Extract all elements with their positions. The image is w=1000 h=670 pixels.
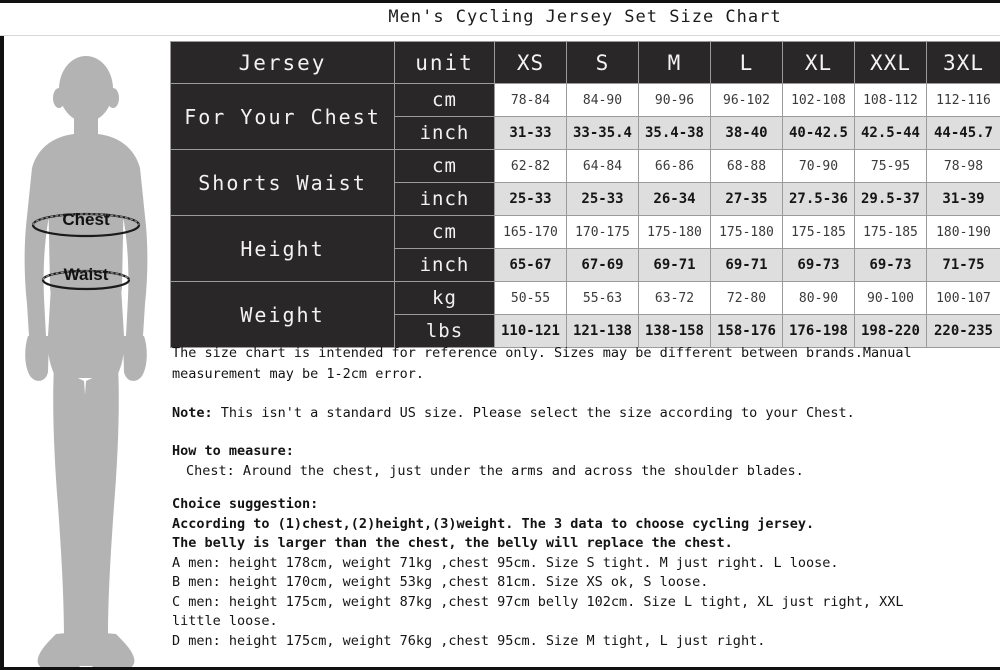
unit-cell: inch (394, 182, 495, 216)
size-header-xs: XS (494, 41, 567, 84)
unit-cell: cm (394, 83, 495, 117)
cell-value: 175-185 (854, 215, 927, 249)
cell-value: 175-180 (638, 215, 711, 249)
size-header-xl: XL (782, 41, 855, 84)
row-label-shorts-waist: Shorts Waist (170, 149, 395, 216)
how-to-measure-title: How to measure: (172, 443, 294, 459)
chest-measure-label: Chest (62, 210, 110, 229)
male-body-silhouette-icon: Chest Waist (24, 56, 148, 667)
cell-value: 70-90 (782, 149, 855, 183)
size-chart-table: Jersey unit XS S M L XL XXL 3XL For Your… (170, 41, 1000, 348)
unit-cell: inch (394, 116, 495, 150)
cell-value: 102-108 (782, 83, 855, 117)
disclaimer-text: The size chart is intended for reference… (172, 345, 912, 382)
unit-cell: kg (394, 281, 495, 315)
cell-value: 25-33 (494, 182, 567, 216)
row-label-chest: For Your Chest (170, 83, 395, 150)
example-line: B men: height 170cm, weight 53kg ,chest … (172, 574, 709, 590)
size-header-3xl: 3XL (926, 41, 1000, 84)
cell-value: 108-112 (854, 83, 927, 117)
body-figure-panel: Chest Waist (0, 36, 168, 667)
cell-value: 84-90 (566, 83, 639, 117)
cell-value: 44-45.7 (926, 116, 1000, 150)
size-chart-page: Men's Cycling Jersey Set Size Chart Ches… (0, 0, 1000, 670)
cell-value: 112-116 (926, 83, 1000, 117)
cell-value: 68-88 (710, 149, 783, 183)
cell-value: 165-170 (494, 215, 567, 249)
cell-value: 64-84 (566, 149, 639, 183)
row-label-height: Height (170, 215, 395, 282)
cell-value: 100-107 (926, 281, 1000, 315)
cell-value: 27.5-36 (782, 182, 855, 216)
cell-value: 65-67 (494, 248, 567, 282)
cell-value: 175-185 (782, 215, 855, 249)
cell-value: 71-75 (926, 248, 1000, 282)
table-row: Weight kg 50-55 55-63 63-72 72-80 80-90 … (170, 281, 1000, 348)
size-header-l: L (710, 41, 783, 84)
cell-value: 96-102 (710, 83, 783, 117)
cell-value: 175-180 (710, 215, 783, 249)
cell-value: 27-35 (710, 182, 783, 216)
cell-value: 75-95 (854, 149, 927, 183)
unit-cell: cm (394, 215, 495, 249)
cell-value: 69-71 (638, 248, 711, 282)
size-header-m: M (638, 41, 711, 84)
cell-value: 63-72 (638, 281, 711, 315)
table-row: Shorts Waist cm 62-82 64-84 66-86 68-88 … (170, 149, 1000, 216)
choice-suggestion-line-1: According to (1)chest,(2)height,(3)weigh… (172, 515, 815, 532)
cell-value: 78-98 (926, 149, 1000, 183)
table-corner-label: Jersey (170, 41, 395, 84)
waist-measure-label: Waist (64, 265, 109, 284)
cell-value: 90-100 (854, 281, 927, 315)
title-bar: Men's Cycling Jersey Set Size Chart (0, 3, 1000, 36)
row-label-weight: Weight (170, 281, 395, 348)
cell-value: 35.4-38 (638, 116, 711, 150)
cell-value: 62-82 (494, 149, 567, 183)
table-unit-header: unit (394, 41, 495, 84)
cell-value: 33-35.4 (566, 116, 639, 150)
cell-value: 69-73 (782, 248, 855, 282)
size-header-s: S (566, 41, 639, 84)
cell-value: 78-84 (494, 83, 567, 117)
table-row: For Your Chest cm 78-84 84-90 90-96 96-1… (170, 83, 1000, 150)
cell-value: 55-63 (566, 281, 639, 315)
example-line: D men: height 175cm, weight 76kg ,chest … (172, 632, 766, 649)
cell-value: 25-33 (566, 182, 639, 216)
page-title: Men's Cycling Jersey Set Size Chart (388, 7, 782, 27)
cell-value: 67-69 (566, 248, 639, 282)
cell-value: 80-90 (782, 281, 855, 315)
cell-value: 31-33 (494, 116, 567, 150)
cell-value: 50-55 (494, 281, 567, 315)
cell-value: 38-40 (710, 116, 783, 150)
note-line: Note: This isn't a standard US size. Ple… (172, 403, 998, 424)
example-line: C men: height 175cm, weight 87kg ,chest … (172, 593, 904, 630)
table-header-row: Jersey unit XS S M L XL XXL 3XL (170, 41, 1000, 84)
note-prefix: Note: (172, 405, 213, 421)
size-header-xxl: XXL (854, 41, 927, 84)
cell-value: 26-34 (638, 182, 711, 216)
choice-suggestion-title: Choice suggestion: (172, 496, 319, 512)
cell-value: 29.5-37 (854, 182, 927, 216)
cell-value: 90-96 (638, 83, 711, 117)
cell-value: 31-39 (926, 182, 1000, 216)
cell-value: 42.5-44 (854, 116, 927, 150)
note-body: This isn't a standard US size. Please se… (212, 405, 855, 421)
cell-value: 66-86 (638, 149, 711, 183)
cell-value: 72-80 (710, 281, 783, 315)
how-to-measure-body: Chest: Around the chest, just under the … (186, 462, 804, 479)
choice-suggestion-line-2: The belly is larger than the chest, the … (172, 535, 733, 551)
cell-value: 170-175 (566, 215, 639, 249)
example-line: A men: height 178cm, weight 71kg ,chest … (172, 554, 839, 571)
cell-value: 40-42.5 (782, 116, 855, 150)
cell-value: 69-71 (710, 248, 783, 282)
table-row: Height cm 165-170 170-175 175-180 175-18… (170, 215, 1000, 282)
cell-value: 180-190 (926, 215, 1000, 249)
cell-value: 69-73 (854, 248, 927, 282)
unit-cell: inch (394, 248, 495, 282)
notes-section: The size chart is intended for reference… (172, 343, 998, 651)
unit-cell: cm (394, 149, 495, 183)
